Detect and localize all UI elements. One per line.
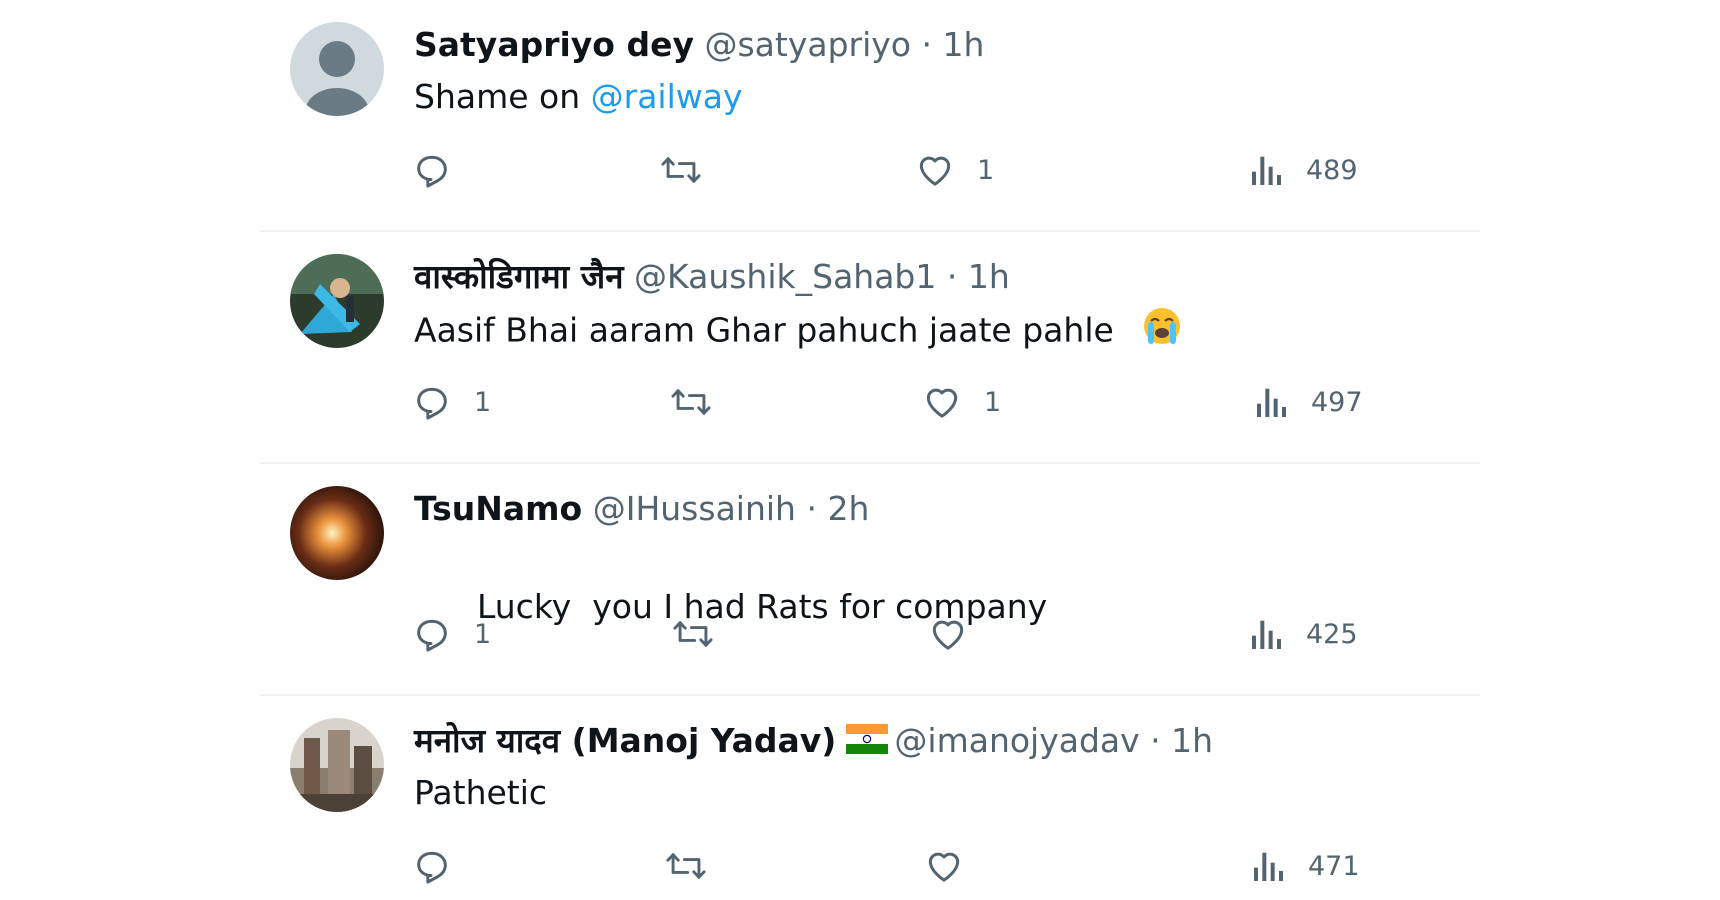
timestamp[interactable]: 1h (1171, 721, 1213, 760)
tweet-header: TsuNamo @IHussainih · 2h (414, 486, 869, 532)
reply-icon (417, 619, 447, 652)
reply-icon (417, 387, 447, 420)
like-icon (926, 388, 958, 418)
like-icon (928, 852, 960, 882)
views-button[interactable]: 497 (1255, 382, 1363, 422)
like-button[interactable] (924, 846, 964, 886)
separator: · (1150, 721, 1161, 760)
retweet-icon (661, 157, 701, 183)
tweet-header: Satyapriyo dey @satyapriyo · 1h (414, 22, 984, 68)
tweet[interactable]: वास्कोडिगामा जैन @Kaushik_Sahab1 · 1h Aa… (260, 232, 1480, 464)
like-button[interactable]: 1 (922, 382, 1001, 422)
photo-avatar-icon (290, 718, 384, 812)
user-handle[interactable]: @IHussainih (593, 489, 796, 528)
user-handle[interactable]: @satyapriyo (704, 25, 911, 64)
views-button[interactable]: 471 (1252, 846, 1360, 886)
tweet-text-content: Pathetic (414, 773, 548, 812)
view-count: 471 (1308, 850, 1360, 882)
crying-face-emoji (1142, 306, 1182, 358)
tweet-text: Aasif Bhai aaram Ghar pahuch jaate pahle (414, 306, 1182, 358)
retweet-icon (666, 853, 706, 879)
tweet-text-content: Shame on (414, 77, 591, 116)
tweet-header: मनोज यादव (Manoj Yadav) @imanojyadav · 1… (414, 718, 1213, 766)
tweet[interactable]: Satyapriyo dey @satyapriyo · 1h Shame on… (260, 0, 1480, 232)
view-count: 489 (1306, 154, 1358, 186)
tweet-text: Shame on @railway (414, 74, 743, 120)
views-icon (1254, 852, 1283, 881)
like-icon (919, 156, 951, 186)
retweet-icon (671, 389, 711, 415)
view-count: 497 (1311, 386, 1363, 418)
views-icon (1252, 156, 1281, 185)
timestamp[interactable]: 1h (943, 25, 985, 64)
separator: · (946, 257, 958, 296)
retweet-button[interactable] (670, 382, 712, 422)
avatar[interactable] (290, 486, 384, 580)
default-avatar-icon (290, 22, 384, 116)
reply-icon (417, 155, 447, 188)
separator: · (921, 25, 933, 64)
reply-count: 1 (474, 618, 492, 650)
tweet[interactable]: TsuNamo @IHussainih · 2h Lucky you I had… (260, 464, 1480, 696)
user-handle[interactable]: @imanojyadav (894, 721, 1139, 760)
like-icon (932, 620, 964, 650)
user-handle[interactable]: @Kaushik_Sahab1 (634, 257, 936, 296)
separator: · (806, 489, 817, 528)
avatar[interactable] (290, 718, 384, 812)
retweet-button[interactable] (660, 150, 702, 190)
views-button[interactable]: 425 (1250, 614, 1358, 654)
replies-feed: Satyapriyo dey @satyapriyo · 1h Shame on… (260, 0, 1480, 900)
reply-button[interactable]: 1 (412, 382, 491, 422)
display-name[interactable]: मनोज यादव (Manoj Yadav) (414, 721, 836, 760)
reply-button[interactable]: 1 (412, 614, 491, 654)
timestamp[interactable]: 1h (968, 257, 1010, 296)
display-name[interactable]: TsuNamo (414, 489, 582, 528)
photo-avatar-icon (290, 486, 384, 580)
reply-count: 1 (474, 386, 492, 418)
like-button[interactable]: 1 (915, 150, 994, 190)
display-name[interactable]: वास्कोडिगामा जैन (414, 257, 624, 296)
views-icon (1257, 388, 1286, 417)
photo-avatar-icon (290, 254, 384, 348)
reply-button[interactable] (412, 150, 474, 190)
tweet-header: वास्कोडिगामा जैन @Kaushik_Sahab1 · 1h (414, 254, 1010, 300)
timestamp[interactable]: 2h (827, 489, 869, 528)
like-count: 1 (977, 154, 995, 186)
mention-link[interactable]: @railway (591, 77, 743, 116)
views-icon (1252, 620, 1281, 649)
like-count: 1 (984, 386, 1002, 418)
retweet-icon (673, 621, 713, 647)
tweet[interactable]: मनोज यादव (Manoj Yadav) @imanojyadav · 1… (260, 696, 1480, 900)
tweet-text: Pathetic (414, 770, 547, 816)
tweet-text: Lucky you I had Rats for company (414, 538, 1047, 676)
avatar[interactable] (290, 22, 384, 116)
india-flag-emoji (846, 720, 889, 766)
retweet-button[interactable] (665, 846, 707, 886)
view-count: 425 (1306, 618, 1358, 650)
tweet-text-content: Aasif Bhai aaram Ghar pahuch jaate pahle (414, 310, 1114, 350)
avatar[interactable] (290, 254, 384, 348)
reply-icon (417, 851, 447, 884)
display-name[interactable]: Satyapriyo dey (414, 25, 694, 64)
views-button[interactable]: 489 (1250, 150, 1358, 190)
reply-button[interactable] (412, 846, 452, 886)
retweet-button[interactable] (672, 614, 714, 654)
like-button[interactable] (928, 614, 968, 654)
